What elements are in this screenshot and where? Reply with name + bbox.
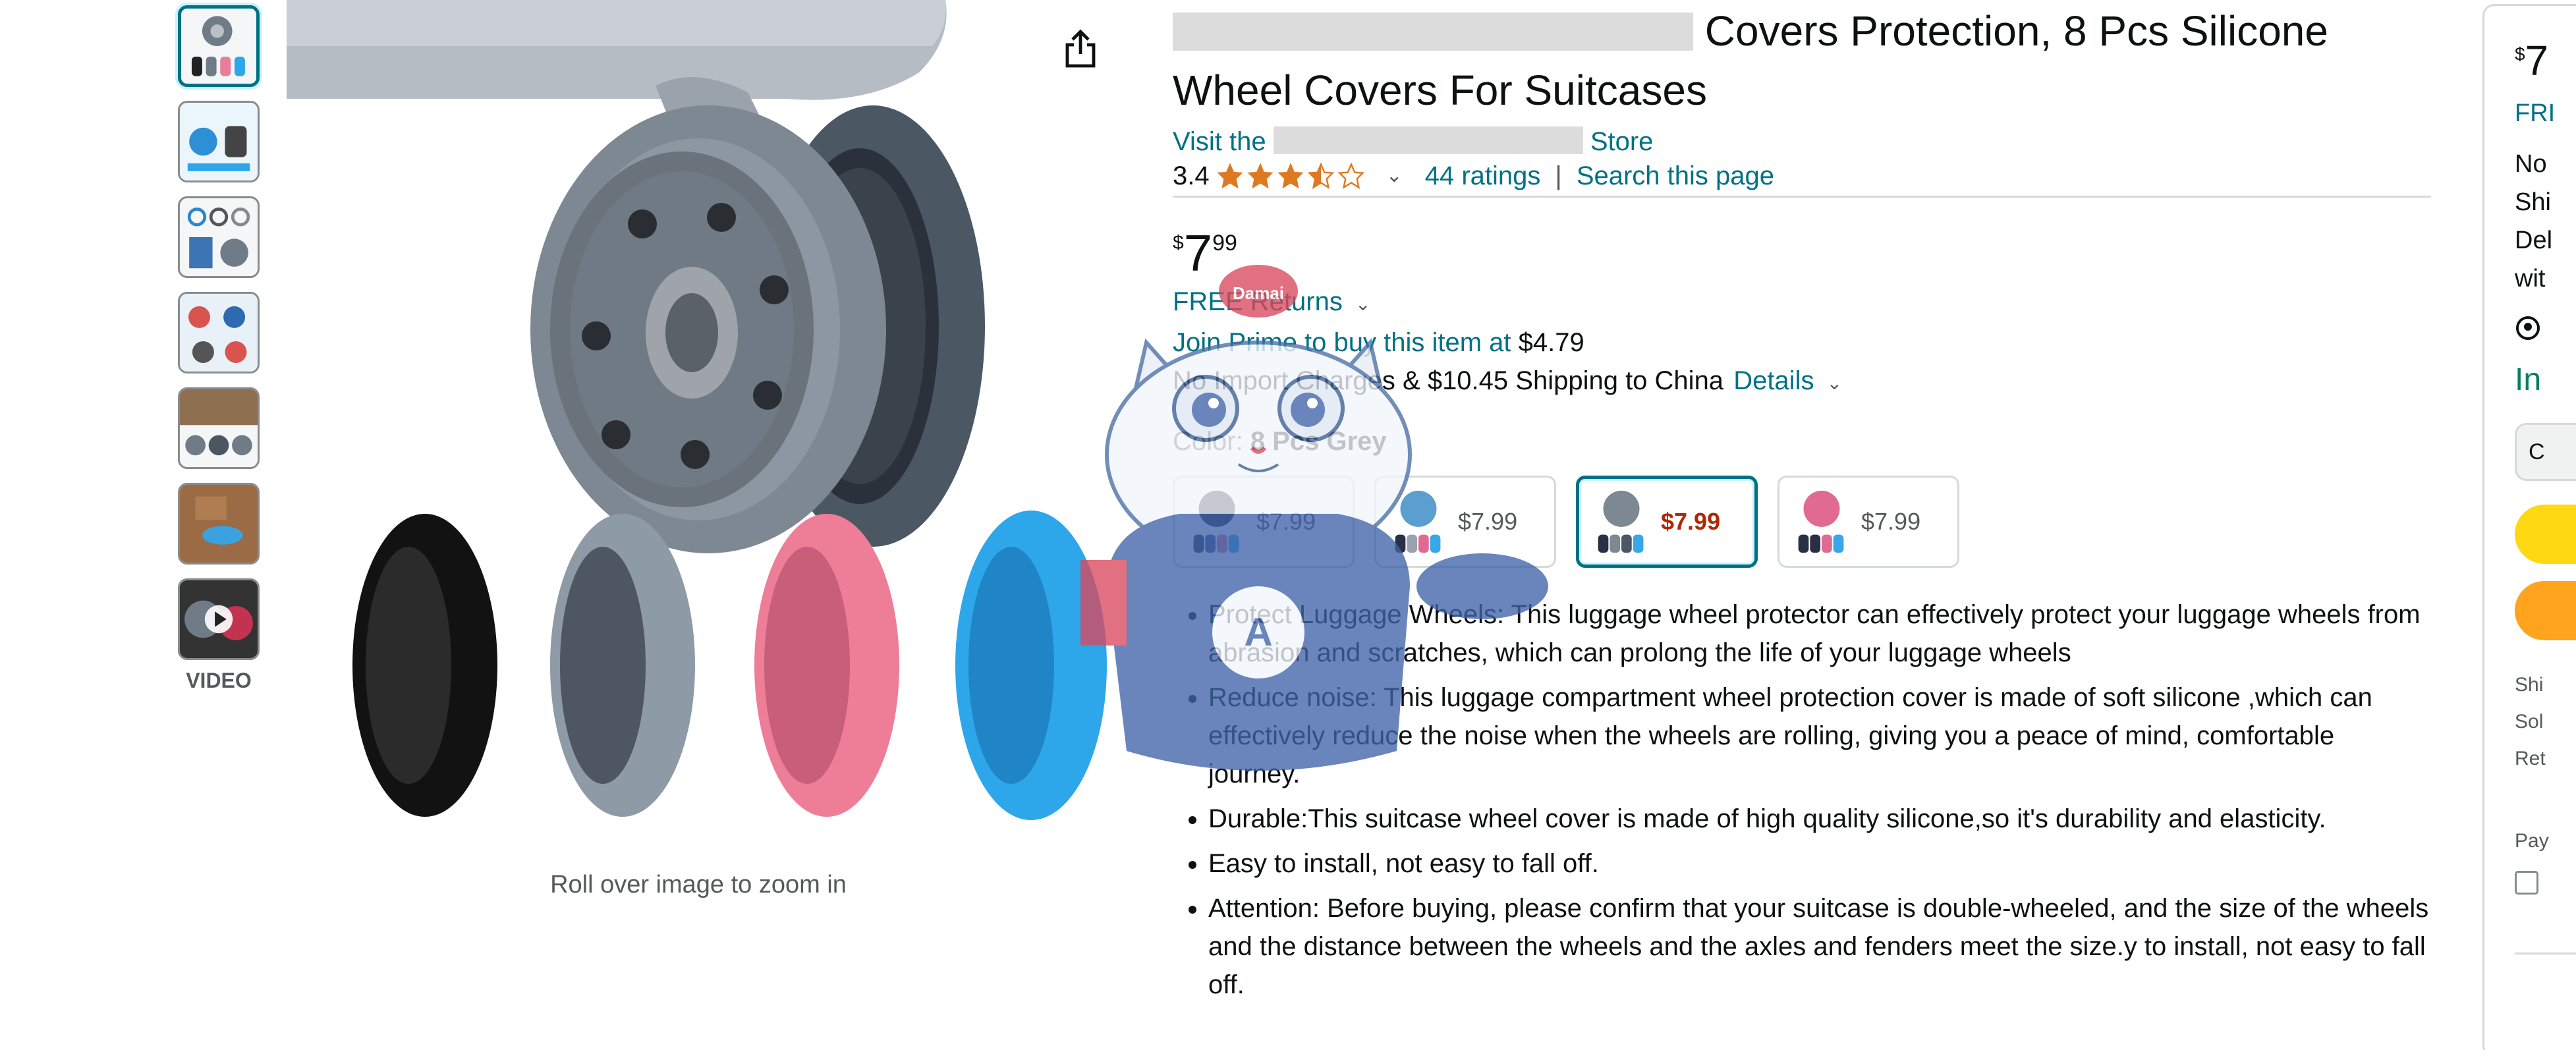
feature-bullet: Attention: Before buying, please confirm… [1208,889,2431,1004]
thumbnail-5[interactable] [178,387,260,469]
price: $ 7 99 [1173,227,2431,279]
feature-bullet: Protect Luggage Wheels: This luggage whe… [1208,595,2431,672]
chevron-down-icon[interactable]: ⌄ [1386,157,1403,194]
buybox-ships-from: Shi [2515,674,2544,696]
gift-checkbox[interactable] [2515,871,2538,895]
star-full-icon [1247,162,1274,188]
swatch-price: $7.99 [1861,508,1921,535]
swatch-option-2[interactable]: $7.99 [1374,476,1556,568]
buybox-line: No [2515,150,2547,178]
buybox-line: wit [2515,265,2546,292]
prime-offer[interactable]: Join Prime to buy this item at $4.79 [1173,324,2431,361]
buybox-sold-by: Sol [2515,711,2544,732]
free-returns-link[interactable]: FREE Returns ⌄ [1173,282,2431,324]
feature-bullet: Easy to install, not easy to fall off. [1208,844,2431,883]
details-link[interactable]: Details [1733,366,1814,395]
free-returns-text: FREE Returns [1173,287,1343,316]
feature-bullet: Durable:This suitcase wheel cover is mad… [1208,800,2431,838]
redacted-store-name [1273,126,1583,154]
buybox-divider [2515,953,2576,954]
buybox-price: $7 [2515,36,2576,85]
rating-separator: | [1555,161,1562,190]
buybox-price-symbol: $ [2515,43,2525,65]
thumbnail-6[interactable] [178,483,260,565]
star-rating[interactable] [1216,161,1368,190]
thumbnail-3[interactable] [178,196,260,278]
swatch-thumbnail [1395,490,1441,553]
location-pin-icon[interactable] [2515,315,2541,341]
swatch-option-4[interactable]: $7.99 [1778,476,1959,568]
thumbnail-video[interactable] [178,578,260,660]
quantity-dropdown[interactable]: C [2515,423,2576,481]
star-full-icon [1277,162,1304,188]
add-to-cart-button[interactable] [2515,505,2576,564]
star-half-icon [1307,161,1334,189]
thumbnail-4[interactable] [178,292,260,373]
swatch-thumbnail [1798,490,1844,553]
feature-bullet: Reduce noise: This luggage compartment w… [1208,678,2431,793]
prime-price: $4.79 [1518,328,1584,357]
thumbnail-2[interactable] [178,101,260,182]
price-symbol: $ [1173,232,1184,254]
redacted-title-text [1173,13,1693,51]
thumbnail-1[interactable] [178,5,260,87]
buybox-line: Del [2515,227,2553,254]
zoom-hint: Roll over image to zoom in [550,871,847,898]
ratings-count-link[interactable]: 44 ratings [1425,157,1541,194]
import-shipping-info: No Import Charges & $10.45 Shipping to C… [1173,361,2431,403]
swatch-price: $7.99 [1661,508,1721,535]
store-link-suffix: Store [1590,127,1654,156]
color-value: 8 Pcs Grey [1250,427,1387,456]
buy-now-button[interactable] [2515,581,2576,640]
share-icon [1065,29,1096,68]
buybox-line: Shi [2515,188,2551,216]
price-fraction: 99 [1212,231,1237,256]
rating-row: 3.4 ⌄ 44 ratings | Search this page [1173,158,2431,198]
buybox-returns[interactable]: Ret [2515,740,2576,777]
import-shipping-text: No Import Charges & $10.45 Shipping to C… [1173,366,1724,395]
share-button[interactable] [1061,29,1100,69]
store-link[interactable]: Visit the Store [1173,125,2431,158]
buybox-price-whole: 7 [2525,37,2549,84]
feature-bullets: Protect Luggage Wheels: This luggage whe… [1173,595,2431,1004]
main-product-image[interactable] [287,0,1110,870]
chevron-down-icon: ⌄ [1355,294,1371,314]
buy-box: $7 FRI No Shi Del wit In C Shi Sol Ret P… [2482,4,2576,1050]
color-label: Color: [1173,427,1243,456]
swatch-price: $7.99 [1458,508,1518,535]
search-this-page-link[interactable]: Search this page [1577,157,1774,194]
product-title: Covers Protection, 8 Pcs Silicone Wheel … [1173,1,2431,120]
store-link-prefix: Visit the [1173,127,1266,156]
star-empty-icon [1337,161,1364,189]
swatch-thumbnail [1598,490,1644,553]
swatch-price: $7.99 [1256,508,1316,535]
buybox-payment: Pay [2515,830,2549,852]
prime-text: Join Prime to buy this item at [1173,328,1511,357]
swatch-thumbnail [1193,490,1239,553]
buybox-seller-info: Shi Sol Ret [2515,667,2576,777]
thumbnail-strip: VIDEO [178,5,260,693]
buybox-free-delivery-link[interactable]: FRI [2515,99,2576,128]
product-details: Covers Protection, 8 Pcs Silicone Wheel … [1173,0,2431,1010]
color-selector-label: Color: 8 Pcs Grey [1173,423,2431,460]
video-label: VIDEO [186,669,252,692]
star-full-icon [1217,162,1243,188]
rating-value: 3.4 [1173,161,1210,190]
swatch-option-1[interactable]: $7.99 [1173,476,1355,568]
swatch-option-3-selected[interactable]: $7.99 [1576,476,1758,568]
buybox-delivery-info: No Shi Del wit [2515,145,2576,298]
price-whole: 7 [1183,224,1213,282]
color-swatches: $7.99 $7.99 $7.99 $7.99 [1173,476,2431,568]
in-stock-status: In [2515,362,2542,397]
chevron-down-icon[interactable]: ⌄ [1827,373,1842,393]
